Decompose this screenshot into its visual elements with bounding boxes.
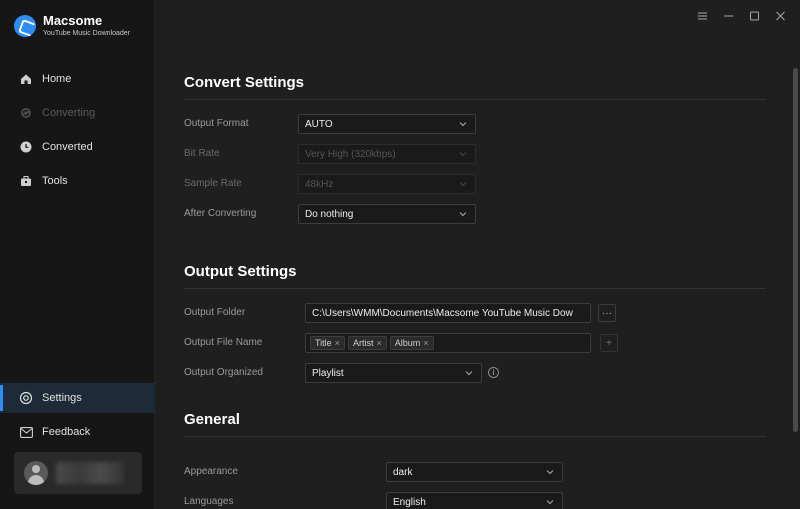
after-converting-value: Do nothing bbox=[305, 208, 354, 220]
scrollbar[interactable] bbox=[793, 62, 798, 509]
output-folder-label: Output Folder bbox=[184, 307, 246, 318]
convert-settings-title: Convert Settings bbox=[184, 74, 305, 91]
sync-icon bbox=[19, 106, 33, 120]
sample-rate-value: 48kHz bbox=[305, 178, 334, 190]
sidebar-item-home[interactable]: Home bbox=[0, 64, 155, 94]
clock-icon bbox=[19, 140, 33, 154]
chevron-down-icon bbox=[459, 122, 467, 127]
sidebar-item-label: Converting bbox=[42, 107, 96, 119]
avatar bbox=[24, 461, 48, 485]
remove-tag-icon[interactable]: × bbox=[423, 338, 428, 348]
sidebar-item-label: Home bbox=[42, 73, 72, 85]
chevron-down-icon bbox=[546, 500, 554, 505]
sidebar: Macsome YouTube Music Downloader Home Co… bbox=[0, 0, 155, 509]
remove-tag-icon[interactable]: × bbox=[335, 338, 340, 348]
output-folder-input[interactable]: C:\Users\WMM\Documents\Macsome YouTube M… bbox=[305, 303, 591, 323]
add-tag-button[interactable]: + bbox=[600, 334, 618, 352]
output-file-name-field[interactable]: Title × Artist × Album × bbox=[305, 333, 591, 353]
sidebar-item-label: Feedback bbox=[42, 426, 91, 438]
output-format-label: Output Format bbox=[184, 118, 249, 129]
home-icon bbox=[19, 72, 33, 86]
appearance-label: Appearance bbox=[184, 466, 238, 477]
output-folder-value: C:\Users\WMM\Documents\Macsome YouTube M… bbox=[312, 307, 573, 319]
general-title: General bbox=[184, 411, 240, 428]
languages-select[interactable]: English bbox=[386, 492, 563, 509]
chevron-down-icon bbox=[459, 152, 467, 157]
toolbox-icon bbox=[19, 174, 33, 188]
chevron-down-icon bbox=[465, 371, 473, 376]
gear-icon bbox=[19, 391, 33, 405]
sidebar-item-converting[interactable]: Converting bbox=[0, 98, 155, 128]
sidebar-item-tools[interactable]: Tools bbox=[0, 166, 155, 196]
sidebar-item-feedback[interactable]: Feedback bbox=[0, 417, 155, 447]
scrollbar-thumb[interactable] bbox=[793, 68, 798, 432]
chevron-down-icon bbox=[459, 182, 467, 187]
chevron-down-icon bbox=[459, 212, 467, 217]
after-converting-label: After Converting bbox=[184, 208, 257, 219]
info-icon[interactable]: i bbox=[488, 367, 499, 378]
chevron-down-icon bbox=[546, 470, 554, 475]
output-file-name-label: Output File Name bbox=[184, 337, 263, 348]
sidebar-item-settings[interactable]: Settings bbox=[0, 383, 155, 413]
languages-value: English bbox=[393, 496, 426, 508]
app-logo-icon bbox=[14, 14, 36, 37]
settings-panel: Convert Settings Output Format AUTO Bit … bbox=[156, 0, 800, 509]
remove-tag-icon[interactable]: × bbox=[376, 338, 381, 348]
output-format-value: AUTO bbox=[305, 118, 333, 130]
tag-title: Title × bbox=[310, 336, 345, 350]
tag-album: Album × bbox=[389, 336, 434, 350]
bit-rate-select[interactable]: Very High (320kbps) bbox=[298, 144, 476, 164]
tag-artist: Artist × bbox=[347, 336, 387, 350]
brand: Macsome YouTube Music Downloader bbox=[14, 14, 130, 37]
output-settings-title: Output Settings bbox=[184, 263, 297, 280]
output-organized-value: Playlist bbox=[312, 367, 344, 379]
bit-rate-value: Very High (320kbps) bbox=[305, 148, 396, 160]
app-subtitle: YouTube Music Downloader bbox=[43, 30, 131, 37]
languages-label: Languages bbox=[184, 496, 234, 507]
mail-icon bbox=[19, 425, 33, 439]
sidebar-item-label: Settings bbox=[42, 392, 82, 404]
output-format-select[interactable]: AUTO bbox=[298, 114, 476, 134]
app-name: Macsome bbox=[43, 13, 103, 28]
sidebar-item-label: Converted bbox=[42, 141, 93, 153]
browse-folder-button[interactable]: ··· bbox=[598, 304, 616, 322]
user-account-card[interactable] bbox=[14, 452, 142, 494]
divider bbox=[184, 288, 766, 289]
user-name-redacted bbox=[56, 462, 124, 484]
divider bbox=[184, 436, 766, 437]
bit-rate-label: Bit Rate bbox=[184, 148, 220, 159]
sidebar-item-label: Tools bbox=[42, 175, 68, 187]
output-organized-select[interactable]: Playlist bbox=[305, 363, 482, 383]
output-organized-label: Output Organized bbox=[184, 367, 263, 378]
sample-rate-select[interactable]: 48kHz bbox=[298, 174, 476, 194]
divider bbox=[184, 99, 766, 100]
appearance-select[interactable]: dark bbox=[386, 462, 563, 482]
appearance-value: dark bbox=[393, 466, 413, 478]
sample-rate-label: Sample Rate bbox=[184, 178, 242, 189]
after-converting-select[interactable]: Do nothing bbox=[298, 204, 476, 224]
sidebar-item-converted[interactable]: Converted bbox=[0, 132, 155, 162]
